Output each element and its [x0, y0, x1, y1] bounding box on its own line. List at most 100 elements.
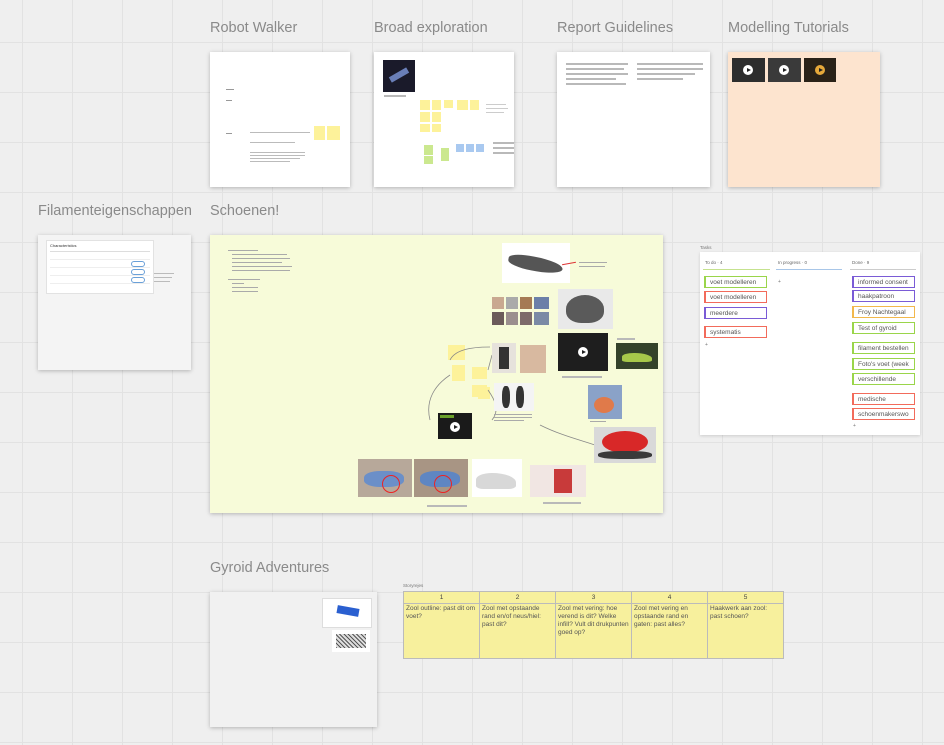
text-line	[154, 277, 172, 278]
add-card-button[interactable]: +	[705, 342, 708, 348]
kanban-card[interactable]: verschillende	[852, 373, 915, 385]
video-thumbnail[interactable]	[438, 413, 472, 439]
story-card[interactable]: Zool met vering: hoe verend is dit? Welk…	[555, 603, 632, 659]
sticky-note[interactable]	[456, 144, 464, 152]
text-line	[637, 73, 695, 75]
kanban-card[interactable]: meerdere	[704, 307, 767, 319]
sticky-note[interactable]	[432, 100, 441, 110]
caption-line	[427, 505, 467, 507]
story-map[interactable]: 1 2 3 4 5 Zool outline: past dit om voet…	[403, 591, 784, 659]
video-thumbnail[interactable]	[558, 333, 608, 371]
column-title: In progress	[778, 260, 801, 265]
kanban-board[interactable]: To do · 4 In progress · 0 Done · 9 voet …	[700, 252, 920, 435]
frame-title-gyroid-adventures[interactable]: Gyroid Adventures	[210, 560, 329, 576]
sticky-note[interactable]	[432, 124, 441, 132]
gyroid-adventures-frame[interactable]	[210, 592, 377, 727]
kanban-card[interactable]: Test of gyroid	[852, 322, 915, 334]
video-thumbnail-1[interactable]	[732, 58, 765, 82]
crochet-shoe-photo[interactable]	[358, 459, 412, 497]
row-line	[50, 283, 150, 284]
kanban-card[interactable]: informed consent	[852, 276, 915, 288]
sticky-note[interactable]	[444, 100, 453, 108]
text-line	[250, 142, 295, 143]
story-card[interactable]: Zool outline: past dit om voet?	[403, 603, 480, 659]
sticky-note[interactable]	[457, 100, 468, 110]
frame-title-robot-walker[interactable]: Robot Walker	[210, 20, 297, 36]
play-icon[interactable]	[815, 65, 825, 75]
kanban-card[interactable]: voet modelleren	[704, 291, 767, 303]
video-thumbnail-2[interactable]	[768, 58, 801, 82]
sticky-note[interactable]	[420, 100, 430, 110]
play-icon[interactable]	[450, 422, 460, 432]
sticky-note[interactable]	[327, 126, 340, 140]
frame-title-filamenteigenschappen[interactable]: Filamenteigenschappen	[38, 203, 192, 219]
sticky-note[interactable]	[441, 148, 449, 161]
video-thumbnail-3[interactable]	[804, 58, 836, 82]
add-card-button[interactable]: +	[778, 279, 781, 285]
slicer-screenshot[interactable]	[322, 598, 372, 628]
column-title: Done	[852, 260, 863, 265]
text-line	[566, 73, 628, 75]
kanban-card[interactable]: filament bestellen	[852, 342, 915, 354]
sneaker-photo[interactable]	[616, 343, 658, 369]
play-icon[interactable]	[779, 65, 789, 75]
sticky-note[interactable]	[466, 144, 474, 152]
story-card[interactable]: Zool met vering en opstaande rand en gat…	[631, 603, 708, 659]
highlight-oval	[131, 269, 145, 275]
sticky-note[interactable]	[424, 145, 433, 155]
foot-model-photo[interactable]	[588, 385, 622, 419]
caption-line	[543, 502, 581, 504]
robot-image[interactable]	[383, 60, 415, 92]
foot-photo[interactable]	[520, 345, 546, 373]
text-line	[493, 147, 514, 149]
sticky-note[interactable]	[314, 126, 325, 140]
frame-title-schoenen[interactable]: Schoenen!	[210, 203, 279, 219]
sticky-note[interactable]	[470, 100, 479, 110]
story-card[interactable]: Haakwerk aan zool: past schoen?	[707, 603, 784, 659]
sticky-note[interactable]	[424, 156, 433, 164]
frame-title-modelling-tutorials[interactable]: Modelling Tutorials	[728, 20, 849, 36]
highlight-oval	[131, 277, 145, 283]
frame-title-broad-exploration[interactable]: Broad exploration	[374, 20, 488, 36]
crochet-shoe-photo[interactable]	[414, 459, 468, 497]
play-icon[interactable]	[743, 65, 753, 75]
kanban-card[interactable]: schoenmakerswo	[852, 408, 915, 420]
schoenen-frame[interactable]	[210, 235, 663, 513]
report-guidelines-frame[interactable]	[557, 52, 710, 187]
gyroid-print-photo[interactable]	[332, 630, 370, 652]
play-icon[interactable]	[578, 347, 588, 357]
modelling-tutorials-frame[interactable]	[728, 52, 880, 187]
sticky-note[interactable]	[420, 112, 430, 122]
row-line	[50, 259, 150, 260]
kanban-card[interactable]: medische	[852, 393, 915, 405]
column-count: 0	[804, 260, 808, 265]
insole-photo[interactable]	[494, 383, 534, 411]
boot-photo[interactable]	[492, 343, 516, 373]
kanban-card[interactable]: voet modelleren	[704, 276, 767, 288]
kanban-column-header: Done · 9	[852, 260, 870, 265]
robot-walker-frame[interactable]	[210, 52, 350, 187]
red-object-photo[interactable]	[530, 465, 586, 497]
characteristics-table[interactable]: Characteristics	[46, 240, 154, 294]
broad-exploration-frame[interactable]	[374, 52, 514, 187]
text-line	[637, 78, 683, 80]
story-card[interactable]: Zool met opstaande rand en/of neus/hiel:…	[479, 603, 556, 659]
caption-line	[562, 376, 602, 378]
text-line	[494, 417, 532, 418]
add-card-button[interactable]: +	[853, 423, 856, 429]
red-sole-render[interactable]	[594, 427, 656, 463]
sticky-note[interactable]	[476, 144, 484, 152]
kanban-card[interactable]: systematis	[704, 326, 767, 338]
column-title: To do	[705, 260, 717, 265]
sticky-note[interactable]	[432, 112, 441, 122]
text-line	[250, 161, 290, 162]
text-line	[486, 112, 504, 113]
frame-title-report-guidelines[interactable]: Report Guidelines	[557, 20, 673, 36]
text-line	[493, 142, 514, 144]
filamenteigenschappen-frame[interactable]: Characteristics	[38, 235, 191, 370]
kanban-card[interactable]: Froy Nachtegaal	[852, 306, 915, 318]
sticky-note[interactable]	[420, 124, 430, 132]
kanban-card[interactable]: haakpatroon	[852, 290, 915, 302]
kanban-card[interactable]: Foto's voet (week	[852, 358, 915, 370]
white-sneaker-photo[interactable]	[472, 459, 522, 497]
